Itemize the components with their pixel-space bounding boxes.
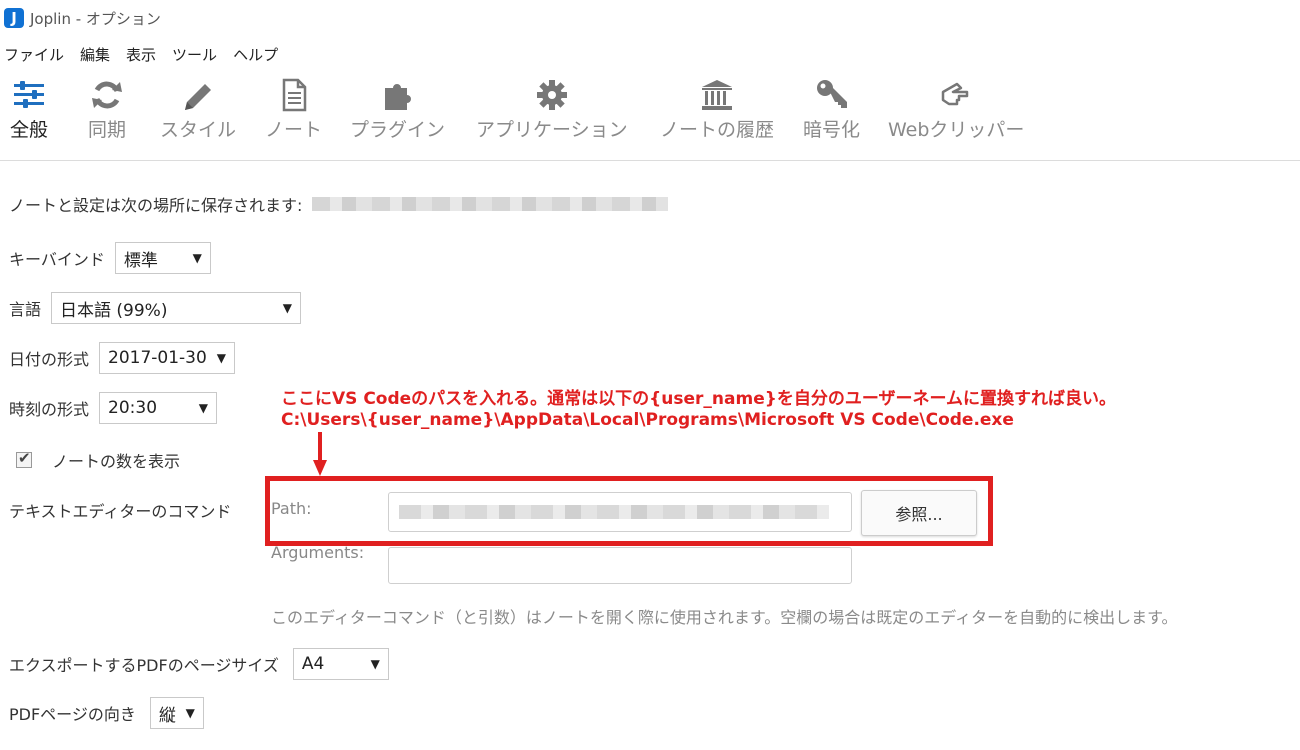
- tab-label: 全般: [10, 119, 49, 141]
- highlight-box: [265, 476, 993, 546]
- storage-path-redacted: [312, 197, 669, 211]
- time-format-row: 時刻の形式 20:30 ▼: [9, 392, 218, 424]
- tab-note-history[interactable]: ノートの履歴: [660, 78, 774, 148]
- tab-encryption[interactable]: 暗号化: [803, 78, 860, 148]
- language-select[interactable]: 日本語 (99%) ▼: [51, 292, 302, 324]
- pdf-orientation-value: 縦: [158, 705, 176, 726]
- pdf-size-value: A4: [301, 654, 325, 674]
- date-format-value: 2017-01-30: [108, 348, 207, 368]
- chevron-down-icon: ▼: [198, 401, 209, 415]
- pdf-orientation-label: PDFページの向き: [9, 705, 136, 724]
- tab-label: プラグイン: [350, 119, 446, 141]
- menu-tools[interactable]: ツール: [168, 40, 225, 66]
- options-toolbar: 全般 同期 スタイル ノート プラグイン アプリケーション ノートの履歴 暗号化…: [0, 78, 1300, 161]
- chevron-down-icon: ▼: [192, 251, 202, 265]
- menu-bar: ファイル 編集 表示 ツール ヘルプ: [0, 40, 290, 66]
- hand-icon: [941, 82, 969, 106]
- chevron-down-icon: ▼: [216, 351, 227, 365]
- tab-label: スタイル: [160, 119, 237, 141]
- time-format-value: 20:30: [108, 398, 158, 418]
- tab-label: ノート: [265, 119, 323, 141]
- pdf-size-select[interactable]: A4 ▼: [292, 648, 389, 680]
- editor-command-label: テキストエディターのコマンド: [9, 502, 232, 521]
- gear-icon: [536, 80, 567, 110]
- date-format-label: 日付の形式: [9, 350, 90, 369]
- menu-help[interactable]: ヘルプ: [229, 40, 286, 66]
- storage-location-row: ノートと設定は次の場所に保存されます:: [9, 192, 669, 216]
- keymap-label: キーバインド: [9, 250, 105, 269]
- tab-general[interactable]: 全般: [10, 78, 48, 148]
- tab-sync[interactable]: 同期: [88, 78, 126, 148]
- date-format-select[interactable]: 2017-01-30 ▼: [99, 342, 236, 374]
- pdf-size-label: エクスポートするPDFのページサイズ: [9, 656, 279, 675]
- tab-application[interactable]: アプリケーション: [476, 78, 628, 148]
- sliders-icon: [14, 81, 44, 108]
- title-bar: J Joplin - オプション: [0, 0, 1300, 36]
- key-icon: [816, 80, 847, 108]
- note-count-label[interactable]: ノートの数を表示: [52, 448, 180, 472]
- tab-web-clipper[interactable]: Webクリッパー: [888, 78, 1024, 148]
- time-format-select[interactable]: 20:30 ▼: [99, 392, 218, 424]
- note-icon: [282, 78, 306, 112]
- annotation-line-2: C:\Users\{user_name}\AppData\Local\Progr…: [281, 410, 1014, 430]
- editor-command-row: テキストエディターのコマンド: [9, 498, 231, 522]
- chevron-down-icon: ▼: [370, 657, 380, 671]
- chevron-down-icon: ▼: [185, 706, 195, 720]
- pencil-icon: [185, 84, 211, 110]
- menu-edit[interactable]: 編集: [76, 40, 118, 66]
- arguments-label: Arguments:: [271, 543, 365, 562]
- pdf-orientation-select[interactable]: 縦 ▼: [149, 697, 204, 729]
- tab-label: 暗号化: [803, 119, 861, 141]
- arrow-down-icon: [313, 432, 327, 476]
- keymap-value: 標準: [123, 250, 158, 271]
- language-label: 言語: [9, 300, 42, 319]
- joplin-logo-icon: J: [4, 8, 24, 28]
- menu-file[interactable]: ファイル: [0, 40, 72, 66]
- puzzle-icon: [384, 84, 411, 110]
- tab-label: Webクリッパー: [888, 119, 1025, 141]
- tab-label: ノートの履歴: [660, 119, 775, 141]
- date-format-row: 日付の形式 2017-01-30 ▼: [9, 342, 236, 374]
- note-count-checkbox[interactable]: ✔: [16, 449, 32, 468]
- keymap-row: キーバインド 標準 ▼: [9, 242, 211, 274]
- checkmark-icon: ✔: [18, 449, 31, 467]
- chevron-down-icon: ▼: [282, 301, 293, 315]
- language-value: 日本語 (99%): [60, 300, 168, 321]
- time-format-label: 時刻の形式: [9, 400, 90, 419]
- tab-plugins[interactable]: プラグイン: [350, 78, 445, 148]
- keymap-select[interactable]: 標準 ▼: [114, 242, 211, 274]
- annotation-line-1: ここにVS Codeのパスを入れる。通常は以下の{user_name}を自分のユ…: [281, 389, 1116, 409]
- sync-icon: [92, 81, 122, 109]
- tab-note[interactable]: ノート: [265, 78, 322, 148]
- pdf-size-row: エクスポートするPDFのページサイズ A4 ▼: [9, 648, 389, 680]
- editor-help-text: このエディターコマンド（と引数）はノートを開く際に使用されます。空欄の場合は既定…: [271, 608, 1178, 627]
- tab-style[interactable]: スタイル: [160, 78, 236, 148]
- language-row: 言語 日本語 (99%) ▼: [9, 292, 302, 324]
- note-count-row: ✔ ノートの数を表示: [16, 448, 180, 472]
- pdf-orientation-row: PDFページの向き 縦 ▼: [9, 697, 204, 729]
- arguments-input[interactable]: [388, 547, 852, 584]
- storage-location-label: ノートと設定は次の場所に保存されます:: [9, 196, 303, 215]
- menu-view[interactable]: 表示: [122, 40, 164, 66]
- tab-label: アプリケーション: [476, 119, 628, 141]
- tab-label: 同期: [88, 119, 127, 141]
- window-title: Joplin - オプション: [30, 10, 161, 28]
- history-icon: [702, 80, 732, 110]
